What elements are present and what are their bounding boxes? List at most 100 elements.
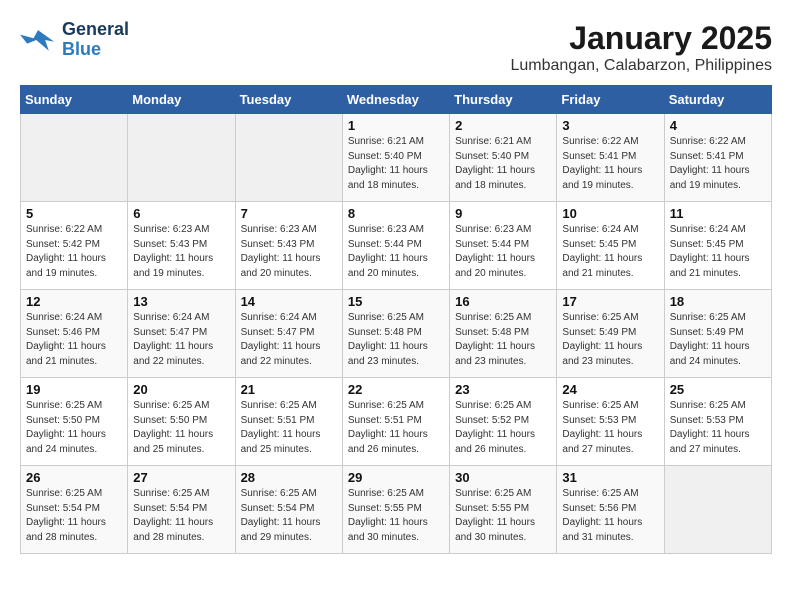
calendar-cell: 21Sunrise: 6:25 AMSunset: 5:51 PMDayligh…	[235, 378, 342, 466]
col-saturday: Saturday	[664, 86, 771, 114]
day-info: Sunrise: 6:25 AMSunset: 5:50 PMDaylight:…	[26, 399, 122, 457]
day-info: Sunrise: 6:25 AMSunset: 5:54 PMDaylight:…	[241, 487, 337, 545]
calendar-cell: 28 Sunrise: 6:25 AMSunset: 5:54 PMDayligh…	[235, 466, 342, 554]
page-header: General Blue January 2025 Lumbangan, Cal…	[20, 20, 772, 75]
day-number: 15	[348, 294, 444, 309]
day-number: 11	[670, 206, 766, 221]
day-info: Sunrise: 6:24 AMSunset: 5:47 PMDaylight:…	[133, 311, 229, 369]
calendar-cell: 30 Sunrise: 6:25 AMSunset: 5:55 PMDayligh…	[450, 466, 557, 554]
calendar-cell: 20 Sunrise: 6:25 AMSunset: 5:50 PMDayligh…	[128, 378, 235, 466]
logo-text: General Blue	[62, 20, 129, 60]
day-number: 14	[241, 294, 337, 309]
day-info: Sunrise: 6:25 AMSunset: 5:56 PMDaylight:…	[562, 487, 658, 545]
logo-icon	[20, 25, 56, 55]
day-info: Sunrise: 6:25 AMSunset: 5:55 PMDaylight:…	[455, 487, 551, 545]
day-number: 4	[670, 118, 766, 133]
calendar-cell: 22Sunrise: 6:25 AMSunset: 5:51 PMDayligh…	[342, 378, 449, 466]
calendar-cell: 25 Sunrise: 6:25 AMSunset: 5:53 PMDayligh…	[664, 378, 771, 466]
calendar-week-row: 12 Sunrise: 6:24 AMSunset: 5:46 PMDayligh…	[21, 290, 772, 378]
day-info: Sunrise: 6:24 AMSunset: 5:45 PMDaylight:…	[562, 223, 658, 281]
day-info: Sunrise: 6:23 AMSunset: 5:43 PMDaylight:…	[241, 223, 337, 281]
day-info: Sunrise: 6:25 AMSunset: 5:48 PMDaylight:…	[455, 311, 551, 369]
calendar-cell: 14 Sunrise: 6:24 AMSunset: 5:47 PMDayligh…	[235, 290, 342, 378]
day-number: 2	[455, 118, 551, 133]
calendar-cell: 18 Sunrise: 6:25 AMSunset: 5:49 PMDayligh…	[664, 290, 771, 378]
day-info: Sunrise: 6:24 AMSunset: 5:46 PMDaylight:…	[26, 311, 122, 369]
col-wednesday: Wednesday	[342, 86, 449, 114]
day-number: 18	[670, 294, 766, 309]
calendar-cell: 3 Sunrise: 6:22 AMSunset: 5:41 PMDaylight…	[557, 114, 664, 202]
calendar-subtitle: Lumbangan, Calabarzon, Philippines	[510, 57, 772, 75]
day-info: Sunrise: 6:25 AMSunset: 5:51 PMDaylight:…	[241, 399, 337, 457]
day-number: 29	[348, 470, 444, 485]
day-number: 16	[455, 294, 551, 309]
day-number: 20	[133, 382, 229, 397]
day-number: 5	[26, 206, 122, 221]
day-number: 22	[348, 382, 444, 397]
calendar-cell: 1 Sunrise: 6:21 AMSunset: 5:40 PMDaylight…	[342, 114, 449, 202]
calendar-cell: 10 Sunrise: 6:24 AMSunset: 5:45 PMDayligh…	[557, 202, 664, 290]
calendar-cell	[21, 114, 128, 202]
day-info: Sunrise: 6:25 AMSunset: 5:55 PMDaylight:…	[348, 487, 444, 545]
logo: General Blue	[20, 20, 129, 60]
day-info: Sunrise: 6:25 AMSunset: 5:54 PMDaylight:…	[133, 487, 229, 545]
calendar-cell: 16 Sunrise: 6:25 AMSunset: 5:48 PMDayligh…	[450, 290, 557, 378]
calendar-cell	[664, 466, 771, 554]
day-number: 3	[562, 118, 658, 133]
calendar-cell: 6 Sunrise: 6:23 AMSunset: 5:43 PMDaylight…	[128, 202, 235, 290]
calendar-week-row: 26Sunrise: 6:25 AMSunset: 5:54 PMDayligh…	[21, 466, 772, 554]
day-info: Sunrise: 6:22 AMSunset: 5:42 PMDaylight:…	[26, 223, 122, 281]
day-number: 28	[241, 470, 337, 485]
header-row: Sunday Monday Tuesday Wednesday Thursday…	[21, 86, 772, 114]
day-info: Sunrise: 6:25 AMSunset: 5:49 PMDaylight:…	[562, 311, 658, 369]
day-number: 30	[455, 470, 551, 485]
day-number: 1	[348, 118, 444, 133]
day-number: 7	[241, 206, 337, 221]
col-sunday: Sunday	[21, 86, 128, 114]
day-number: 9	[455, 206, 551, 221]
day-info: Sunrise: 6:25 AMSunset: 5:53 PMDaylight:…	[670, 399, 766, 457]
day-number: 23	[455, 382, 551, 397]
calendar-cell: 31 Sunrise: 6:25 AMSunset: 5:56 PMDayligh…	[557, 466, 664, 554]
day-info: Sunrise: 6:25 AMSunset: 5:48 PMDaylight:…	[348, 311, 444, 369]
day-number: 12	[26, 294, 122, 309]
day-number: 31	[562, 470, 658, 485]
day-number: 8	[348, 206, 444, 221]
calendar-cell: 12 Sunrise: 6:24 AMSunset: 5:46 PMDayligh…	[21, 290, 128, 378]
col-friday: Friday	[557, 86, 664, 114]
day-number: 24	[562, 382, 658, 397]
day-number: 27	[133, 470, 229, 485]
day-number: 10	[562, 206, 658, 221]
calendar-cell: 7 Sunrise: 6:23 AMSunset: 5:43 PMDaylight…	[235, 202, 342, 290]
day-number: 13	[133, 294, 229, 309]
day-info: Sunrise: 6:24 AMSunset: 5:47 PMDaylight:…	[241, 311, 337, 369]
day-info: Sunrise: 6:23 AMSunset: 5:43 PMDaylight:…	[133, 223, 229, 281]
calendar-cell	[235, 114, 342, 202]
calendar-cell: 9Sunrise: 6:23 AMSunset: 5:44 PMDaylight…	[450, 202, 557, 290]
calendar-cell: 13 Sunrise: 6:24 AMSunset: 5:47 PMDayligh…	[128, 290, 235, 378]
col-monday: Monday	[128, 86, 235, 114]
day-info: Sunrise: 6:25 AMSunset: 5:49 PMDaylight:…	[670, 311, 766, 369]
title-area: January 2025 Lumbangan, Calabarzon, Phil…	[510, 20, 772, 75]
calendar-cell: 23Sunrise: 6:25 AMSunset: 5:52 PMDayligh…	[450, 378, 557, 466]
day-info: Sunrise: 6:22 AMSunset: 5:41 PMDaylight:…	[562, 135, 658, 193]
calendar-cell: 11Sunrise: 6:24 AMSunset: 5:45 PMDayligh…	[664, 202, 771, 290]
calendar-cell: 17 Sunrise: 6:25 AMSunset: 5:49 PMDayligh…	[557, 290, 664, 378]
calendar-cell	[128, 114, 235, 202]
day-info: Sunrise: 6:21 AMSunset: 5:40 PMDaylight:…	[455, 135, 551, 193]
day-info: Sunrise: 6:23 AMSunset: 5:44 PMDaylight:…	[348, 223, 444, 281]
calendar-week-row: 1 Sunrise: 6:21 AMSunset: 5:40 PMDaylight…	[21, 114, 772, 202]
calendar-cell: 26Sunrise: 6:25 AMSunset: 5:54 PMDayligh…	[21, 466, 128, 554]
day-number: 6	[133, 206, 229, 221]
calendar-cell: 5 Sunrise: 6:22 AMSunset: 5:42 PMDaylight…	[21, 202, 128, 290]
day-number: 19	[26, 382, 122, 397]
col-tuesday: Tuesday	[235, 86, 342, 114]
day-info: Sunrise: 6:25 AMSunset: 5:50 PMDaylight:…	[133, 399, 229, 457]
day-number: 25	[670, 382, 766, 397]
day-info: Sunrise: 6:21 AMSunset: 5:40 PMDaylight:…	[348, 135, 444, 193]
day-number: 17	[562, 294, 658, 309]
day-info: Sunrise: 6:25 AMSunset: 5:54 PMDaylight:…	[26, 487, 122, 545]
calendar-cell: 8 Sunrise: 6:23 AMSunset: 5:44 PMDaylight…	[342, 202, 449, 290]
calendar-cell: 24Sunrise: 6:25 AMSunset: 5:53 PMDayligh…	[557, 378, 664, 466]
calendar-cell: 4Sunrise: 6:22 AMSunset: 5:41 PMDaylight…	[664, 114, 771, 202]
